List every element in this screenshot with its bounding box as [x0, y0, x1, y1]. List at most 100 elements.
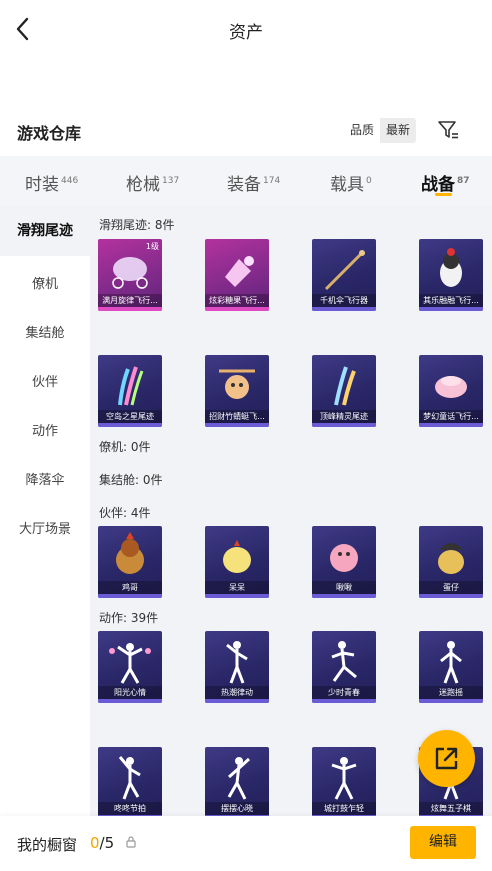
item-card[interactable]: 热潮律动 [205, 631, 269, 703]
tab-label: 战备 [421, 175, 455, 195]
item-card[interactable]: 呆呆 [205, 526, 269, 598]
item-name: 城打鼓乍轻 [312, 802, 376, 815]
sidebar-item-lobby-scene[interactable]: 大厅场景 [0, 518, 90, 537]
item-card[interactable]: 1级 满月旋律飞行... [98, 239, 162, 311]
tab-fashion[interactable]: 时装 446 [25, 170, 78, 195]
section-header-pod: 集结舱: 0件 [99, 473, 163, 487]
showcase-bar: 我的橱窗 0/5 编辑 [0, 816, 492, 871]
warehouse-title: 游戏仓库 [17, 124, 82, 143]
item-card[interactable]: 迷跑摇 [419, 631, 483, 703]
item-card[interactable]: 少时青春 [312, 631, 376, 703]
item-name: 迷跑摇 [419, 686, 483, 699]
item-card[interactable]: 其乐融融飞行... [419, 239, 483, 311]
item-card[interactable]: 咚咚节拍 [98, 747, 162, 816]
rarity-stripe [98, 423, 162, 427]
rarity-stripe [419, 423, 483, 427]
rarity-stripe [205, 423, 269, 427]
rarity-stripe [312, 423, 376, 427]
tab-firearms[interactable]: 枪械 137 [126, 170, 179, 195]
rarity-stripe [312, 594, 376, 598]
rarity-stripe [419, 699, 483, 703]
item-name: 鸡哥 [98, 581, 162, 594]
sidebar-item-action[interactable]: 动作 [0, 420, 90, 439]
section-header-wingman: 僚机: 0件 [99, 440, 151, 454]
item-card[interactable]: 摆摆心晓 [205, 747, 269, 816]
item-name: 其乐融融飞行... [419, 294, 483, 307]
item-card[interactable]: 招财竹蜻蜓飞... [205, 355, 269, 427]
item-name: 空岛之星尾迹 [98, 410, 162, 423]
tab-count: 137 [162, 176, 180, 186]
tab-equipment[interactable]: 装备 174 [227, 170, 280, 195]
showcase-label: 我的橱窗 [17, 836, 78, 854]
item-name: 千机伞飞行器 [312, 294, 376, 307]
tab-label: 装备 [227, 175, 261, 195]
item-name: 热潮律动 [205, 686, 269, 699]
sidebar-item-parachute[interactable]: 降落伞 [0, 469, 90, 488]
item-name: 蛋仔 [419, 581, 483, 594]
tab-combat-gear[interactable]: 战备 87 [421, 170, 470, 195]
item-name: 摆摆心晓 [205, 802, 269, 815]
section-header-action: 动作: 39件 [99, 611, 159, 625]
filter-icon[interactable] [436, 118, 460, 142]
item-name: 顶峰精灵尾迹 [312, 410, 376, 423]
page-title: 资产 [229, 23, 263, 43]
sidebar-item-glide-trail[interactable]: 滑翔尾迹 [0, 206, 90, 256]
sidebar-item-wingman[interactable]: 僚机 [0, 273, 90, 292]
section-header-trail: 滑翔尾迹: 8件 [99, 218, 175, 232]
tab-label: 载具 [330, 175, 364, 195]
item-name: 呆呆 [205, 581, 269, 594]
item-name: 阳光心情 [98, 686, 162, 699]
section-header-partner: 伙伴: 4件 [99, 506, 151, 520]
item-card[interactable]: 鸡哥 [98, 526, 162, 598]
rarity-stripe [419, 307, 483, 311]
tab-vehicles[interactable]: 载具 0 [330, 170, 372, 195]
rarity-stripe [98, 594, 162, 598]
item-name: 满月旋律飞行... [98, 294, 162, 307]
rarity-stripe [98, 307, 162, 311]
item-card[interactable]: 空岛之星尾迹 [98, 355, 162, 427]
item-name: 咚咚节拍 [98, 802, 162, 815]
item-card[interactable]: 梦幻童话飞行... [419, 355, 483, 427]
tab-count: 174 [263, 176, 281, 186]
tab-count: 87 [457, 176, 470, 186]
showcase-count: 0/5 [90, 834, 114, 852]
item-name: 炫彩糖果飞行... [205, 294, 269, 307]
rarity-stripe [312, 307, 376, 311]
item-card[interactable]: 炫彩糖果飞行... [205, 239, 269, 311]
sort-toggle: 品质 最新 [344, 118, 417, 143]
item-card[interactable]: 顶峰精灵尾迹 [312, 355, 376, 427]
top-bar: 资产 [0, 0, 492, 58]
sidebar-item-partner[interactable]: 伙伴 [0, 371, 90, 390]
sidebar: 滑翔尾迹 僚机 集结舱 伙伴 动作 降落伞 大厅场景 [0, 206, 90, 816]
tab-label: 时装 [25, 175, 59, 195]
external-link-icon [435, 747, 458, 770]
item-card[interactable]: 啾啾 [312, 526, 376, 598]
showcase-current: 0 [90, 834, 100, 852]
item-card[interactable]: 阳光心情 [98, 631, 162, 703]
rarity-stripe [312, 699, 376, 703]
item-name: 啾啾 [312, 581, 376, 594]
rarity-stripe [419, 594, 483, 598]
lock-icon [126, 836, 136, 848]
item-card[interactable]: 城打鼓乍轻 [312, 747, 376, 816]
sidebar-item-pod[interactable]: 集结舱 [0, 322, 90, 341]
item-name: 招财竹蜻蜓飞... [205, 410, 269, 423]
sort-latest-button[interactable]: 最新 [380, 118, 417, 143]
item-card[interactable]: 千机伞飞行器 [312, 239, 376, 311]
item-name: 炫舞五子棋 [419, 802, 483, 815]
edit-button[interactable]: 编辑 [410, 826, 476, 859]
active-tab-indicator [435, 193, 452, 196]
rarity-stripe [98, 699, 162, 703]
showcase-total: /5 [99, 834, 115, 852]
item-card[interactable]: 蛋仔 [419, 526, 483, 598]
item-name: 少时青春 [312, 686, 376, 699]
rarity-stripe [205, 594, 269, 598]
item-grid: 滑翔尾迹: 8件 1级 满月旋律飞行... 炫彩糖果飞行... 千机伞飞行器 其… [90, 206, 492, 816]
item-level: 1级 [145, 242, 159, 251]
share-button[interactable] [418, 730, 475, 787]
rarity-stripe [205, 307, 269, 311]
tab-count: 446 [61, 176, 79, 186]
sort-quality-button[interactable]: 品质 [344, 118, 381, 143]
item-name: 梦幻童话飞行... [419, 410, 483, 423]
category-tabs: 时装 446 枪械 137 装备 174 载具 0 战备 87 [0, 156, 492, 206]
